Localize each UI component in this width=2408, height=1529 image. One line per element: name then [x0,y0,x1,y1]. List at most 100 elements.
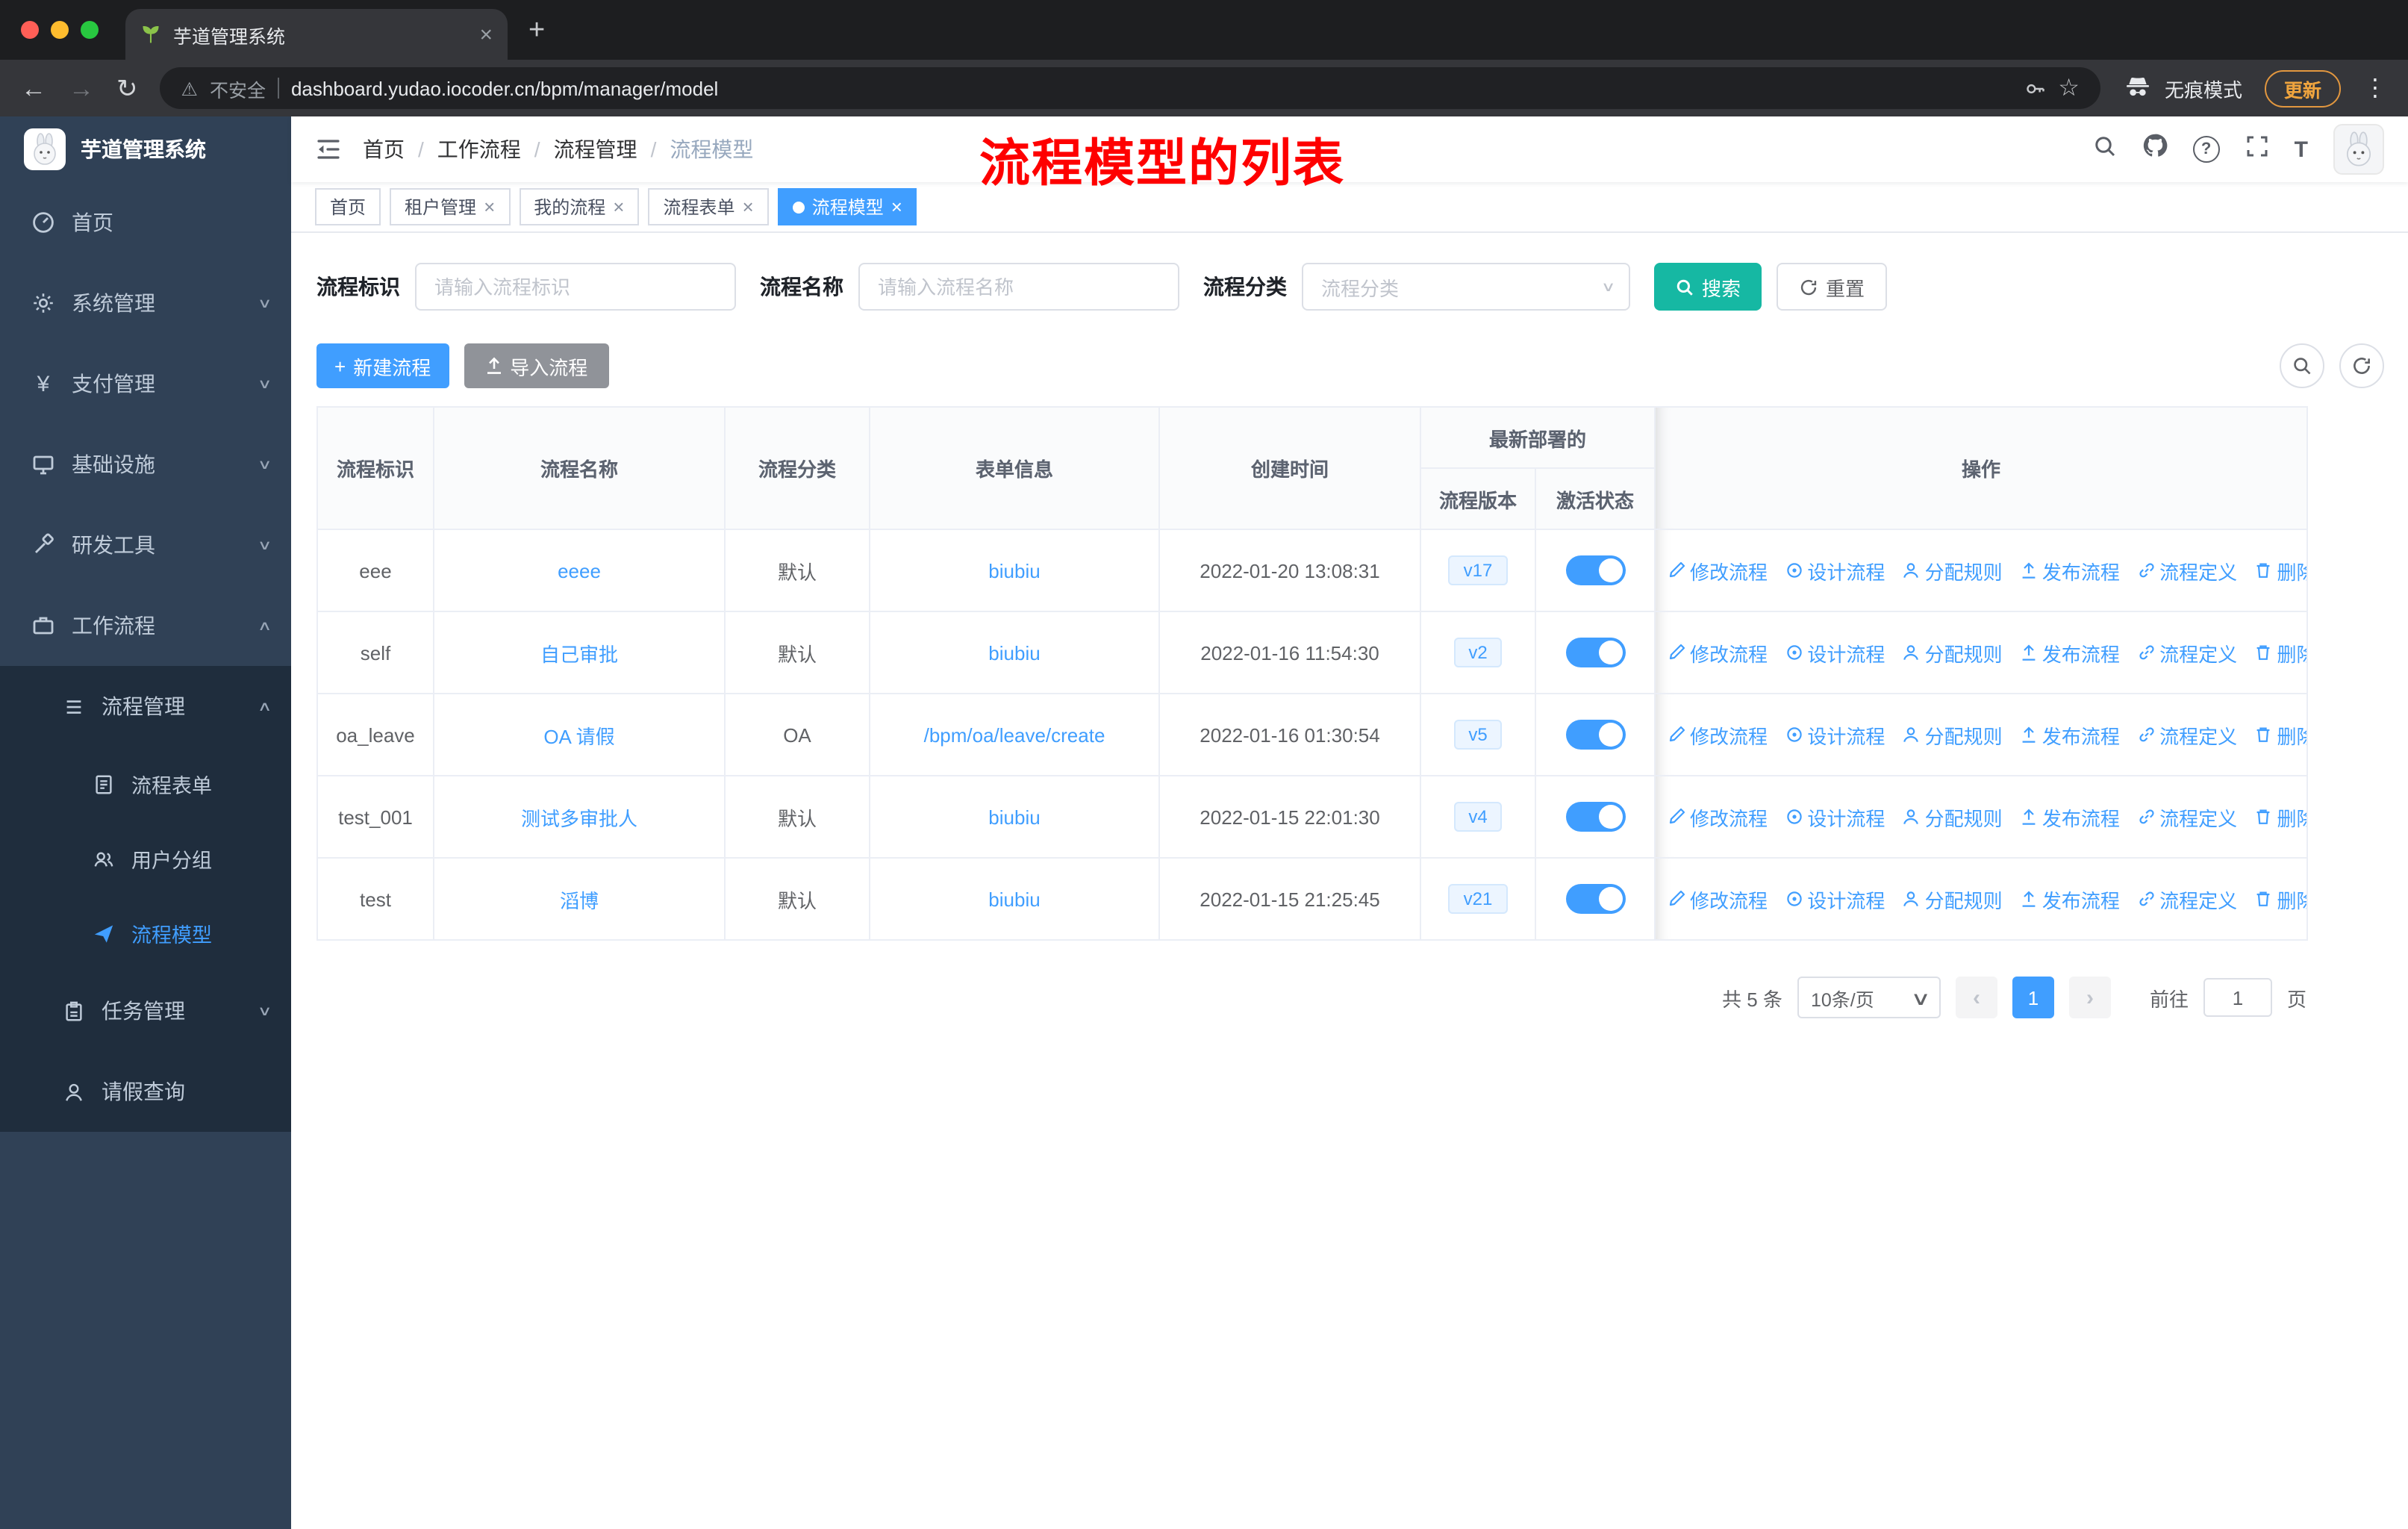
publish-process-link[interactable]: 发布流程 [2020,556,2120,585]
browser-tab[interactable]: 芋道管理系统 × [125,9,508,60]
category-select[interactable]: 流程分类 ∨ [1302,263,1630,311]
sidebar-item-process-mgmt[interactable]: 流程管理 ∧ [0,666,291,747]
help-icon[interactable]: ? [2192,136,2220,163]
bookmark-star-icon[interactable]: ☆ [2058,73,2080,103]
design-process-link[interactable]: 设计流程 [1785,638,1885,667]
prev-page-button[interactable]: ‹ [1955,977,1997,1018]
tag-close-icon[interactable]: × [484,196,495,218]
forward-button[interactable]: → [69,75,94,101]
search-button[interactable]: 搜索 [1654,263,1762,311]
edit-process-link[interactable]: 修改流程 [1668,885,1768,913]
process-definition-link[interactable]: 流程定义 [2137,638,2237,667]
process-definition-link[interactable]: 流程定义 [2137,556,2237,585]
row-form-link[interactable]: biubiu [988,806,1040,828]
url-text[interactable]: dashboard.yudao.iocoder.cn/bpm/manager/m… [291,77,2012,99]
refresh-table-button[interactable] [2339,343,2384,388]
tag-close-icon[interactable]: × [613,196,624,218]
publish-process-link[interactable]: 发布流程 [2020,803,2120,831]
row-form-link[interactable]: biubiu [988,559,1040,582]
next-page-button[interactable]: › [2068,977,2111,1018]
assign-rule-link[interactable]: 分配规则 [1903,638,2003,667]
password-key-icon[interactable] [2024,77,2046,99]
row-name-link[interactable]: 测试多审批人 [521,807,637,829]
delete-process-link[interactable]: 删除 [2254,720,2306,749]
sidebar-item-workflow[interactable]: 工作流程 ∧ [0,585,291,666]
publish-process-link[interactable]: 发布流程 [2020,720,2120,749]
window-minimize-button[interactable] [51,21,69,39]
delete-process-link[interactable]: 删除 [2254,885,2306,913]
edit-process-link[interactable]: 修改流程 [1668,720,1768,749]
sidebar-item-user-group[interactable]: 用户分组 [0,821,291,896]
tag-my-process[interactable]: 我的流程 × [519,188,640,225]
reload-button[interactable]: ↻ [116,75,138,101]
row-form-link[interactable]: biubiu [988,888,1040,910]
url-field[interactable]: ⚠ 不安全 dashboard.yudao.iocoder.cn/bpm/man… [160,67,2100,109]
assign-rule-link[interactable]: 分配规则 [1903,556,2003,585]
row-name-link[interactable]: 滔博 [560,889,599,912]
row-name-link[interactable]: eeee [558,559,601,582]
edit-process-link[interactable]: 修改流程 [1668,803,1768,831]
update-button[interactable]: 更新 [2264,69,2341,107]
process-definition-link[interactable]: 流程定义 [2137,720,2237,749]
sidebar-item-process-form[interactable]: 流程表单 [0,747,291,821]
font-size-icon[interactable]: T [2295,137,2308,162]
sidebar-item-system[interactable]: 系统管理 ∨ [0,263,291,343]
process-name-input[interactable] [858,263,1179,311]
back-button[interactable]: ← [21,75,46,101]
row-form-link[interactable]: /bpm/oa/leave/create [924,723,1105,746]
design-process-link[interactable]: 设计流程 [1785,556,1885,585]
sidebar-item-devtools[interactable]: 研发工具 ∨ [0,505,291,585]
active-toggle[interactable] [1565,555,1625,585]
tag-process-form[interactable]: 流程表单 × [648,188,769,225]
active-toggle[interactable] [1565,720,1625,750]
process-definition-link[interactable]: 流程定义 [2137,885,2237,913]
sidebar-item-process-model[interactable]: 流程模型 [0,896,291,971]
design-process-link[interactable]: 设计流程 [1785,803,1885,831]
tag-close-icon[interactable]: × [891,196,902,218]
row-name-link[interactable]: OA 请假 [543,725,614,747]
import-process-button[interactable]: 导入流程 [464,343,609,388]
assign-rule-link[interactable]: 分配规则 [1903,803,2003,831]
sidebar-fold-icon[interactable] [315,136,342,163]
breadcrumb-home[interactable]: 首页 [363,134,405,164]
active-toggle[interactable] [1565,884,1625,914]
sidebar-item-payment[interactable]: ¥ 支付管理 ∨ [0,343,291,424]
edit-process-link[interactable]: 修改流程 [1668,638,1768,667]
process-id-input[interactable] [415,263,736,311]
active-toggle[interactable] [1565,802,1625,832]
tag-process-model[interactable]: 流程模型 × [777,188,917,225]
sidebar-item-home[interactable]: 首页 [0,182,291,263]
tab-close-icon[interactable]: × [479,22,493,47]
fullscreen-icon[interactable] [2245,134,2269,165]
page-size-select[interactable]: 10条/页 ∨ [1797,977,1941,1018]
delete-process-link[interactable]: 删除 [2254,556,2306,585]
goto-page-input[interactable] [2203,978,2272,1017]
row-form-link[interactable]: biubiu [988,641,1040,664]
tag-close-icon[interactable]: × [743,196,754,218]
github-icon[interactable] [2142,133,2168,166]
design-process-link[interactable]: 设计流程 [1785,720,1885,749]
new-tab-button[interactable]: + [528,15,545,48]
window-close-button[interactable] [21,21,39,39]
browser-menu-icon[interactable]: ⋮ [2363,73,2387,103]
tag-home[interactable]: 首页 [315,188,381,225]
process-definition-link[interactable]: 流程定义 [2137,803,2237,831]
breadcrumb-process-mgmt[interactable]: 流程管理 [554,134,637,164]
assign-rule-link[interactable]: 分配规则 [1903,720,2003,749]
publish-process-link[interactable]: 发布流程 [2020,638,2120,667]
sidebar-item-task-mgmt[interactable]: 任务管理 ∨ [0,971,291,1051]
publish-process-link[interactable]: 发布流程 [2020,885,2120,913]
delete-process-link[interactable]: 删除 [2254,638,2306,667]
row-name-link[interactable]: 自己审批 [540,643,618,665]
edit-process-link[interactable]: 修改流程 [1668,556,1768,585]
active-toggle[interactable] [1565,638,1625,667]
window-zoom-button[interactable] [81,21,99,39]
sidebar-item-infra[interactable]: 基础设施 ∨ [0,424,291,505]
design-process-link[interactable]: 设计流程 [1785,885,1885,913]
tag-tenant-mgmt[interactable]: 租户管理 × [390,188,511,225]
reset-button[interactable]: 重置 [1777,263,1888,311]
user-avatar[interactable] [2333,124,2384,175]
breadcrumb-workflow[interactable]: 工作流程 [437,134,521,164]
security-label[interactable]: 不安全 [210,74,266,102]
show-search-button[interactable] [2280,343,2324,388]
